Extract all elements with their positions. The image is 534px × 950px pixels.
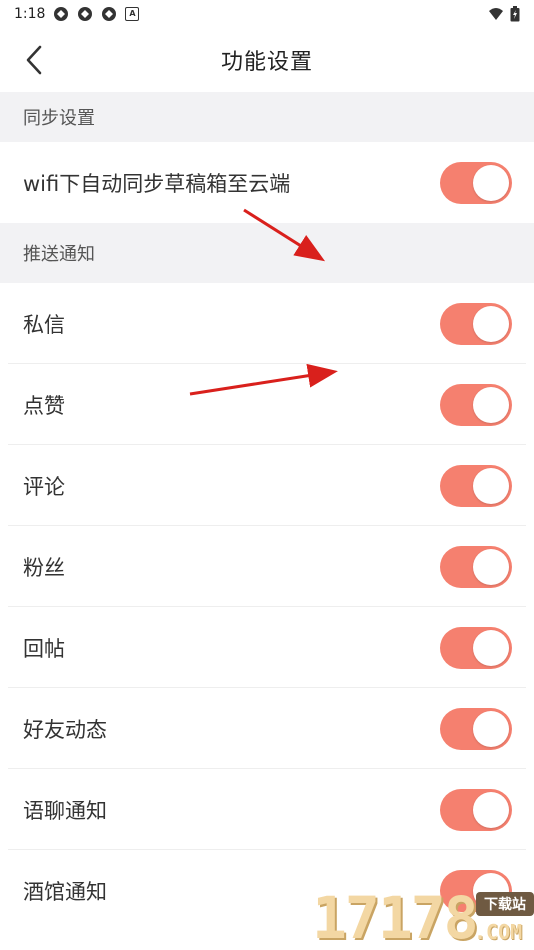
setting-row-friend-activity: 好友动态 [0,688,534,769]
setting-label: 回帖 [23,636,65,661]
watermark-badge: 下载站 [476,892,534,916]
back-button[interactable] [14,40,54,80]
setting-label: 粉丝 [23,555,65,580]
setting-row-fans: 粉丝 [0,526,534,607]
setting-row-comments: 评论 [0,445,534,526]
app-notify-icon [78,7,93,21]
app-notify-icon [102,7,117,21]
status-right [488,6,520,22]
setting-row-private-message: 私信 [0,283,534,364]
watermark-digits: 17178 [312,884,479,950]
status-time: 1:18 [14,6,46,22]
section-header-sync: 同步设置 [0,92,534,142]
comments-toggle[interactable] [440,464,512,507]
friend-activity-toggle[interactable] [440,707,512,750]
toggle-knob [473,164,509,201]
setting-row-wifi-sync: wifi下自动同步草稿箱至云端 [0,142,534,223]
a-letter-icon: A [125,7,140,21]
toggle-knob [473,710,509,747]
fans-toggle[interactable] [440,545,512,588]
page-title: 功能设置 [220,50,313,75]
setting-row-voice-chat: 语聊通知 [0,769,534,850]
setting-label: 好友动态 [23,717,107,742]
toggle-knob [473,305,509,342]
toggle-knob [473,467,509,504]
likes-toggle[interactable] [440,383,512,426]
toggle-knob [473,548,509,585]
toggle-knob [473,629,509,666]
battery-icon [510,6,520,22]
toggle-knob [473,791,509,828]
voice-chat-toggle[interactable] [440,788,512,831]
wifi-sync-toggle[interactable] [440,161,512,204]
status-bar: 1:18 A [0,0,534,28]
screen: 1:18 A 功能设置 同步设置 wifi下自动同步草稿箱至云端 推送通知 私信… [0,0,534,950]
watermark-domain: .COM [474,920,523,944]
app-notify-icon [54,7,69,21]
setting-label: 评论 [23,474,65,499]
toggle-knob [473,386,509,423]
replies-toggle[interactable] [440,626,512,669]
setting-label: wifi下自动同步草稿箱至云端 [23,171,291,196]
wifi-icon [489,8,503,20]
header: 功能设置 [0,28,534,92]
setting-row-replies: 回帖 [0,607,534,688]
section-header-push: 推送通知 [0,223,534,283]
watermark: 17178 下载站 .COM [308,884,534,950]
setting-label: 酒馆通知 [23,879,107,904]
chevron-left-icon [26,45,42,75]
setting-label: 点赞 [23,393,65,418]
status-left: 1:18 A [14,6,140,22]
setting-label: 私信 [23,312,65,337]
private-message-toggle[interactable] [440,302,512,345]
setting-label: 语聊通知 [23,798,107,823]
setting-row-likes: 点赞 [0,364,534,445]
